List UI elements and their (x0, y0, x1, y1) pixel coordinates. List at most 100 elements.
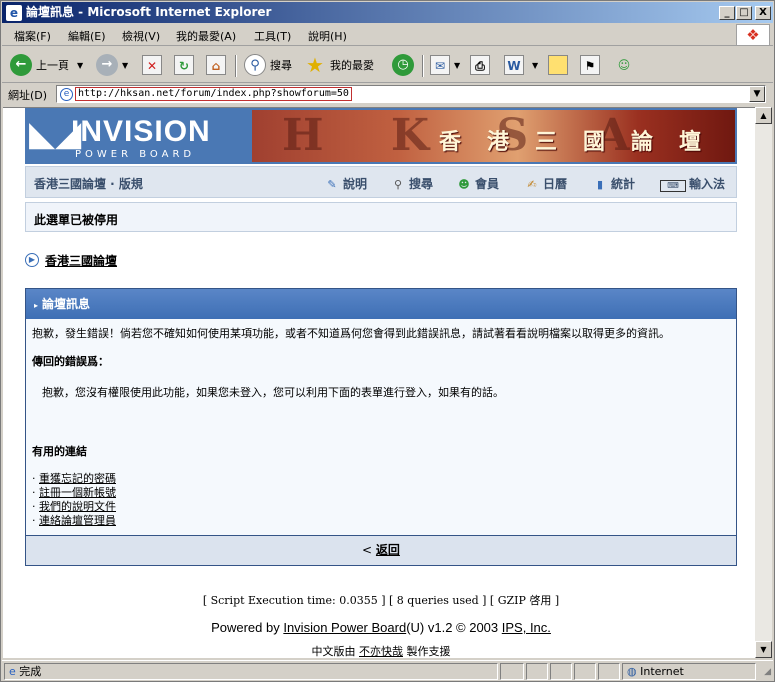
error-message: 抱歉，您沒有權限使用此功能，如果您未登入，您可以利用下面的表單進行登入，如果有的… (42, 386, 504, 399)
toolbar: ← 上一頁 ▼ → ▼ ✕ ↻ ⌂ ⚲ 搜尋 ★ 我的最愛 ◷ ✉ ▼ ⎙ W … (2, 47, 773, 83)
powered-by: Powered by Invision Power Board(U) v1.2 … (25, 620, 737, 635)
breadcrumb-forum-link[interactable]: 香港三國論壇 (45, 252, 117, 269)
help-icon: ✎ (327, 178, 337, 191)
back-arrow-icon: ← (10, 54, 32, 76)
logo-text: INVISION (71, 115, 211, 148)
nav-members-label: 會員 (475, 177, 500, 191)
menu-disabled-notice: 此選單已被停用 (25, 202, 737, 232)
invision-logo[interactable]: ◣◢ INVISION POWER BOARD (29, 113, 245, 161)
address-dropdown-icon[interactable]: ▼ (749, 86, 765, 102)
status-slot (574, 663, 596, 680)
banner-image: H K S A N 香港三國論壇 (252, 110, 735, 162)
link-register[interactable]: · 註冊一個新帳號 (32, 486, 116, 500)
menu-help[interactable]: 說明(H) (308, 28, 347, 44)
history-button[interactable]: ◷ (392, 53, 418, 77)
ips-link[interactable]: IPS, Inc. (502, 620, 551, 635)
address-label: 網址(D) (8, 89, 48, 102)
back-button[interactable]: ← 上一頁 ▼ (10, 53, 83, 77)
refresh-button[interactable]: ↻ (174, 53, 198, 77)
ipb-link[interactable]: Invision Power Board (283, 620, 406, 635)
error-footer: < 返回 (26, 535, 736, 565)
error-panel: ▸ 論壇訊息 抱歉，發生錯誤！倘若您不確知如何使用某項功能，或者不知道爲何您會得到… (25, 288, 737, 566)
vertical-scrollbar[interactable]: ▲ ▼ (755, 107, 772, 658)
nav-members[interactable]: ☻ 會員 (456, 175, 499, 192)
status-slot (500, 663, 524, 680)
nav-input-method[interactable]: ⌨ 輸入法 (660, 175, 725, 192)
forward-button[interactable]: → ▼ (96, 53, 128, 77)
favorites-button[interactable]: ★ 我的最愛 (304, 53, 374, 77)
stop-button[interactable]: ✕ (142, 53, 166, 77)
chinese-suffix: 製作支援 (403, 645, 451, 658)
browser-window: e 論壇訊息 - Microsoft Internet Explorer _ □… (0, 0, 775, 682)
search-button[interactable]: ⚲ 搜尋 (244, 53, 292, 77)
status-panel: e 完成 (4, 663, 498, 680)
status-bar: e 完成 ◍ Internet ◢ (2, 660, 773, 681)
menu-file[interactable]: 檔案(F) (14, 28, 51, 44)
nav-input-method-label: 輸入法 (689, 177, 726, 191)
chinese-prefix: 中文版由 (311, 645, 359, 658)
link-lost-password[interactable]: · 重獲忘記的密碼 (32, 472, 116, 486)
address-url[interactable]: http://hksan.net/forum/index.php?showfor… (75, 87, 352, 101)
home-button[interactable]: ⌂ (206, 53, 230, 77)
members-icon: ☻ (458, 178, 470, 191)
back-link[interactable]: 返回 (376, 543, 400, 557)
menu-favorites[interactable]: 我的最愛(A) (176, 28, 236, 44)
nav-search[interactable]: ⚲ 搜尋 (390, 175, 433, 192)
toolbar-separator (422, 55, 424, 77)
edit-dropdown-icon[interactable]: ▼ (532, 61, 538, 70)
keyboard-icon: ⌨ (660, 180, 686, 192)
nav-stats[interactable]: ▮ 統計 (592, 175, 635, 192)
menu-tools[interactable]: 工具(T) (254, 28, 291, 44)
forward-arrow-icon: → (96, 54, 118, 76)
maximize-button[interactable]: □ (736, 6, 752, 20)
research-button[interactable]: ⚑ (580, 53, 604, 77)
link-contact-admin[interactable]: · 連絡論壇管理員 (32, 514, 116, 528)
close-button[interactable]: X (755, 6, 771, 20)
error-header-text: 論壇訊息 (42, 297, 91, 311)
mail-button[interactable]: ✉ ▼ (430, 53, 460, 77)
error-body: 抱歉，發生錯誤！倘若您不確知如何使用某項功能，或者不知道爲何您會得到此錯誤訊息，… (26, 319, 736, 534)
scroll-up-icon[interactable]: ▲ (755, 107, 772, 124)
minimize-button[interactable]: _ (719, 6, 735, 20)
scroll-down-icon[interactable]: ▼ (755, 641, 772, 658)
print-button[interactable]: ⎙ (470, 53, 494, 77)
title-bar[interactable]: e 論壇訊息 - Microsoft Internet Explorer _ □… (2, 2, 773, 23)
messenger-icon: ☺ (617, 58, 631, 72)
translator-link[interactable]: 不亦快哉 (359, 645, 403, 658)
forum-nav: 香港三國論壇 · 版規 ✎ 說明 ⚲ 搜尋 ☻ 會員 ✍ 日曆 ▮ 統計 ⌨ 輸入法 (25, 166, 737, 198)
board-rules-link[interactable]: 香港三國論壇 · 版規 (34, 175, 143, 192)
error-header: ▸ 論壇訊息 (26, 289, 736, 319)
messenger-button[interactable]: ☺ (614, 53, 638, 77)
ie-page-icon: e (6, 5, 22, 21)
windows-logo-icon: ❖ (736, 24, 770, 46)
nav-calendar[interactable]: ✍ 日曆 (524, 175, 567, 192)
mail-icon: ✉ (430, 55, 450, 75)
edit-button[interactable]: W ▼ (504, 53, 538, 77)
nav-help-label: 說明 (343, 177, 368, 191)
word-icon: W (504, 55, 524, 75)
back-dropdown-icon[interactable]: ▼ (77, 61, 83, 70)
magnifier-icon: ⚲ (244, 54, 266, 76)
powered-suffix: (U) v1.2 © 2003 (406, 620, 502, 635)
resize-grip-icon[interactable]: ◢ (764, 667, 771, 677)
address-bar: 網址(D) e http://hksan.net/forum/index.php… (2, 83, 773, 105)
forward-dropdown-icon[interactable]: ▼ (122, 61, 128, 70)
forum-banner: ◣◢ INVISION POWER BOARD H K S A N 香港三國論壇 (25, 108, 737, 164)
breadcrumb: ▶ 香港三國論壇 (25, 251, 117, 269)
page-icon: e (60, 88, 73, 101)
toolbar-separator (235, 55, 237, 77)
page-viewport: ◣◢ INVISION POWER BOARD H K S A N 香港三國論壇… (3, 107, 755, 658)
window-title: 論壇訊息 - Microsoft Internet Explorer (26, 5, 272, 19)
printer-icon: ⎙ (470, 55, 490, 75)
error-intro: 抱歉，發生錯誤！倘若您不確知如何使用某項功能，或者不知道爲何您會得到此錯誤訊息，… (32, 327, 670, 340)
address-field[interactable]: e http://hksan.net/forum/index.php?showf… (56, 85, 766, 103)
nav-help[interactable]: ✎ 說明 (324, 175, 367, 192)
discuss-button[interactable] (548, 53, 572, 77)
menu-edit[interactable]: 編輯(E) (68, 28, 106, 44)
search-icon: ⚲ (393, 178, 403, 191)
mail-dropdown-icon[interactable]: ▼ (454, 61, 460, 70)
search-label: 搜尋 (270, 59, 292, 72)
note-icon (548, 55, 568, 75)
link-help-docs[interactable]: · 我們的說明文件 (32, 500, 116, 514)
menu-view[interactable]: 檢視(V) (122, 28, 160, 44)
